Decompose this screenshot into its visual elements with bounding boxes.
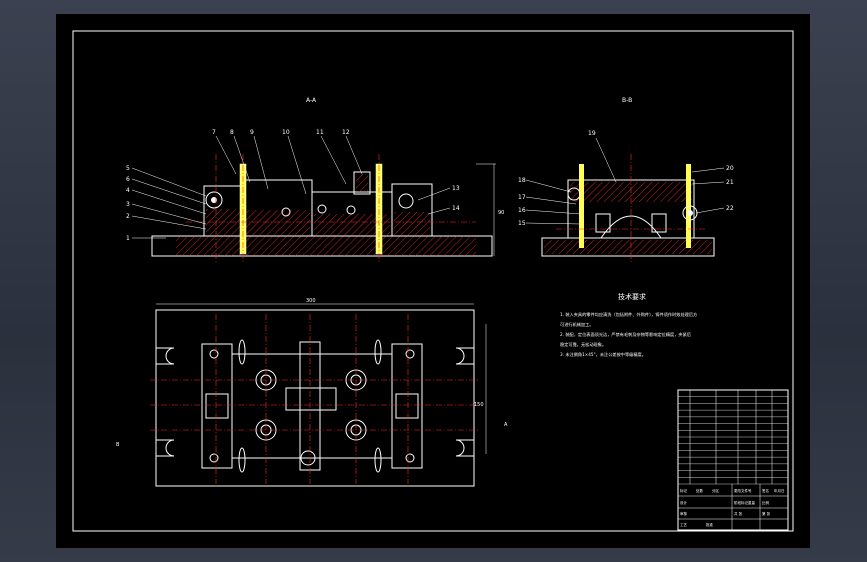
callout-12: 12: [342, 129, 350, 136]
side-mark-left: B: [116, 442, 120, 448]
callout-3: 3: [126, 201, 130, 208]
tb-cell-0: 标记: [680, 488, 688, 493]
callout-20: 20: [726, 165, 734, 172]
tech-req-line-2: 可进行机械加工。: [560, 321, 594, 328]
tb-cell-10: 阶段标记: [734, 500, 748, 505]
tb-cell-11: 重量: [748, 500, 756, 505]
section-aa-label: A-A: [306, 97, 317, 104]
tb-cell-5: 年月日: [774, 488, 785, 493]
callouts-top: 7 8 9 10 11 12: [212, 129, 363, 195]
cad-viewport[interactable]: A-A 90 5 6 4 3 2 1 7 8 9 10 11 12 13 14 …: [0, 0, 867, 562]
tech-req-line-4: 稳定可靠，无松动现象。: [560, 341, 606, 348]
side-mark-right: A: [504, 422, 508, 428]
u-slot-bottom-right: [455, 439, 474, 457]
technical-requirements: 技术要求 1. 装入夹具的零件均应清洗（包括附件、外购件），铸件须作时效处理后方…: [560, 292, 697, 358]
tb-cell-7: 审核: [680, 511, 688, 516]
tech-req-title: 技术要求: [618, 292, 646, 301]
callout-16: 16: [518, 207, 526, 214]
callouts-right: 13 14: [417, 185, 460, 215]
callout-2: 2: [126, 213, 130, 220]
callout-10: 10: [282, 129, 290, 136]
overall-width-dimension: 150: [474, 402, 484, 408]
overall-length-dimension: 300: [306, 298, 316, 304]
u-slot-top-right: [455, 347, 474, 365]
tb-cell-6: 设计: [680, 500, 688, 505]
tech-req-line-5: 3. 未注倒角1×45°，未注公差按中等级精度。: [560, 351, 646, 358]
tb-cell-14: 第 张: [762, 511, 771, 516]
section-bb-view: B-B 18 17 16 15 19 20 21 22: [518, 97, 734, 264]
callout-13: 13: [452, 185, 460, 192]
tech-req-line-1: 1. 装入夹具的零件均应清洗（包括附件、外购件），铸件须作时效处理后方: [560, 311, 697, 318]
callout-18: 18: [518, 177, 526, 184]
drawing-canvas: A-A 90 5 6 4 3 2 1 7 8 9 10 11 12 13 14 …: [72, 30, 794, 532]
section-bb-label: B-B: [622, 97, 632, 104]
tb-cell-12: 比例: [762, 500, 770, 505]
section-aa-view: A-A 90 5 6 4 3 2 1 7 8 9 10 11 12 13 14: [126, 97, 504, 264]
callout-21: 21: [726, 179, 734, 186]
callouts-bb: 18 17 16 15 19 20 21 22: [518, 130, 734, 227]
bb-stud-left: [579, 164, 584, 248]
callouts-left: 5 6 4 3 2 1: [126, 165, 207, 242]
u-slot-top-left: [156, 347, 175, 365]
height-dimension: 90: [498, 210, 504, 216]
title-block: 标记 处数 分区 更改文件号 签名 年月日 设计 审核 工艺 批准 阶段标记 重…: [677, 389, 789, 531]
callout-7: 7: [212, 129, 216, 136]
sheet-border: [72, 30, 794, 532]
u-slot-bottom-left: [156, 439, 175, 457]
callout-4: 4: [126, 187, 130, 194]
callout-15: 15: [518, 220, 526, 227]
tb-cell-8: 工艺: [680, 522, 688, 527]
callout-14: 14: [452, 205, 460, 212]
drawing-sheet: A-A 90 5 6 4 3 2 1 7 8 9 10 11 12 13 14 …: [56, 14, 810, 548]
callout-9: 9: [250, 129, 254, 136]
callout-22: 22: [726, 205, 734, 212]
tech-req-line-3: 2. 装配，定位表面须光洁，严禁有毛刺及杂物等影响定位精度，夹紧后: [560, 331, 691, 338]
tb-cell-2: 分区: [712, 488, 720, 493]
tb-cell-9: 批准: [706, 522, 714, 527]
callout-5: 5: [126, 165, 130, 172]
callout-11: 11: [316, 129, 324, 136]
callout-17: 17: [518, 194, 526, 201]
plan-view: 300 150 B A: [116, 298, 508, 487]
tb-cell-1: 处数: [696, 488, 704, 493]
callout-8: 8: [230, 129, 234, 136]
tb-cell-3: 更改文件号: [734, 488, 752, 493]
callout-1: 1: [126, 235, 130, 242]
tb-cell-4: 签名: [762, 488, 769, 493]
callout-19: 19: [588, 130, 596, 137]
callout-6: 6: [126, 176, 130, 183]
tb-cell-13: 共 张: [734, 511, 743, 516]
